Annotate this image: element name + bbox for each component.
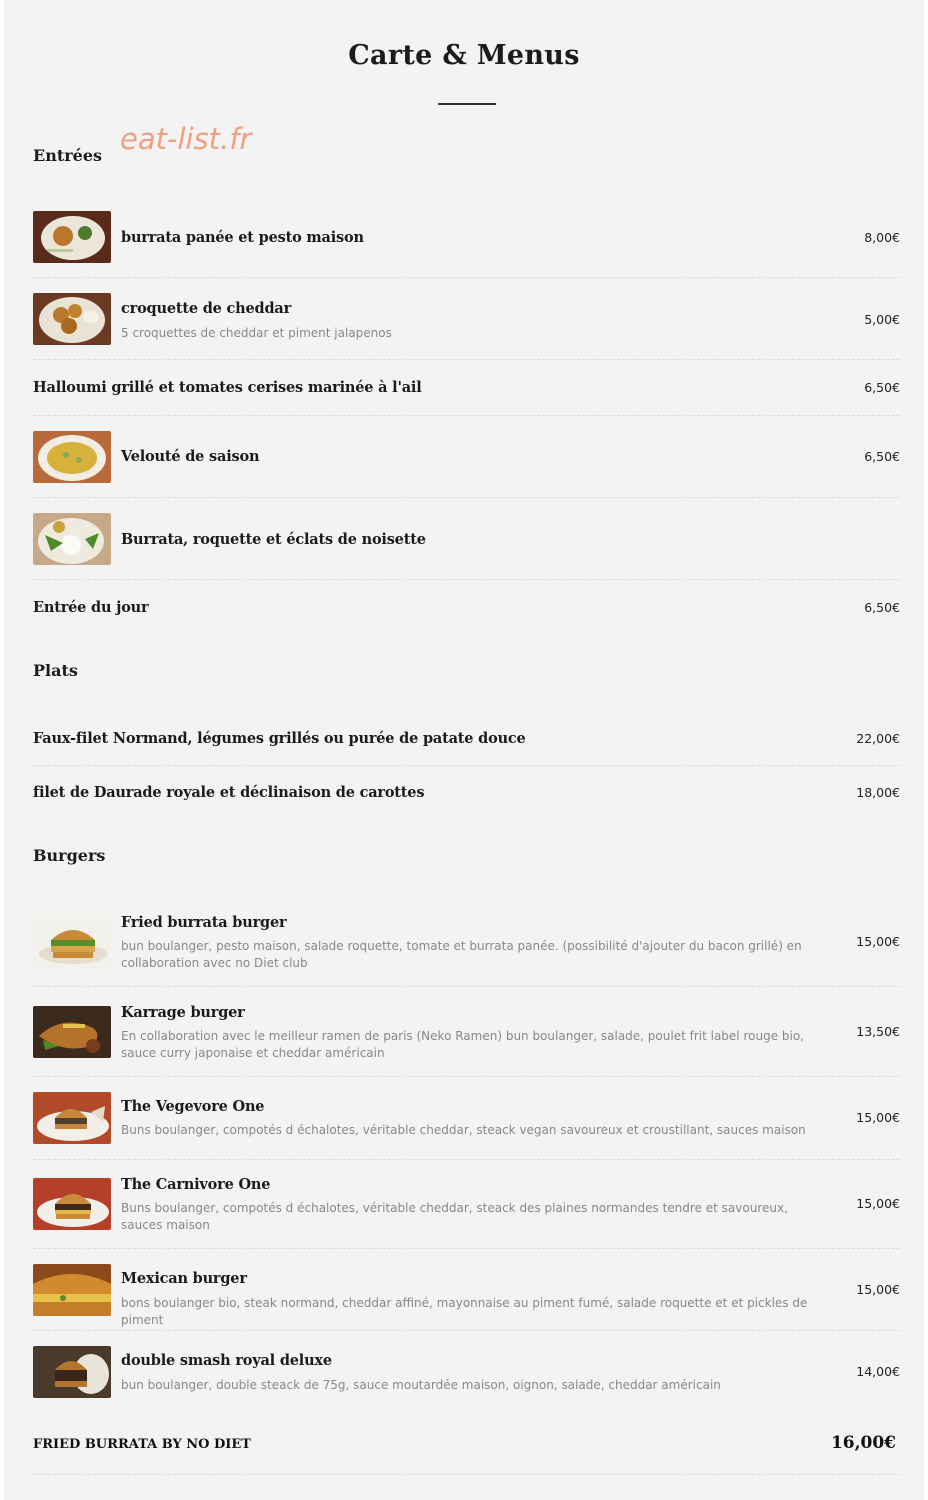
section-title-burgers: Burgers [33, 846, 106, 865]
menu-item: filet de Daurade royale et déclinaison d… [33, 781, 900, 805]
item-description: Buns boulanger, compotés d échalotes, vé… [121, 1123, 806, 1137]
featured-item-price: 16,00€ [830, 1433, 896, 1453]
divider [33, 497, 900, 498]
item-name: burrata panée et pesto maison [121, 229, 364, 246]
item-price: 15,00€ [856, 934, 900, 949]
item-name: croquette de cheddar [121, 300, 292, 317]
menu-item: croquette de cheddar 5 croquettes de che… [33, 293, 900, 349]
veloute-soup-photo [33, 431, 111, 483]
menu-item: Burrata, roquette et éclats de noisette [33, 513, 900, 569]
carnivore-burger-photo [33, 1178, 111, 1230]
divider [33, 1330, 900, 1331]
section-title-entrees: Entrées [33, 146, 103, 165]
item-name: double smash royal deluxe [121, 1352, 332, 1369]
item-description: bun boulanger, double steack de 75g, sau… [121, 1378, 721, 1392]
divider [33, 986, 900, 987]
divider [33, 1076, 900, 1077]
page-title: Carte & Menus [348, 40, 580, 71]
divider [33, 1474, 900, 1475]
menu-item: Fried burrata burger bun boulanger, pest… [33, 913, 900, 973]
divider [33, 359, 900, 360]
item-price: 5,00€ [864, 312, 900, 327]
menu-item: double smash royal deluxe bun boulanger,… [33, 1346, 900, 1402]
item-price: 15,00€ [856, 1196, 900, 1211]
item-name: Velouté de saison [121, 448, 260, 465]
item-price: 22,00€ [856, 731, 900, 746]
item-description: bons boulanger bio, steak normand, chedd… [121, 1296, 808, 1327]
divider [33, 579, 900, 580]
item-name: The Carnivore One [121, 1176, 271, 1193]
item-description: bun boulanger, pesto maison, salade roqu… [121, 939, 802, 970]
item-price: 14,00€ [856, 1364, 900, 1379]
item-name: Karrage burger [121, 1004, 245, 1021]
menu-item: Velouté de saison 6,50€ [33, 431, 900, 487]
item-name: Burrata, roquette et éclats de noisette [121, 531, 426, 548]
divider [33, 1159, 900, 1160]
item-name: Mexican burger [121, 1270, 247, 1287]
menu-item: Karrage burger En collaboration avec le … [33, 1003, 900, 1063]
menu-item: Entrée du jour 6,50€ [33, 596, 900, 620]
item-price: 15,00€ [856, 1110, 900, 1125]
item-price: 8,00€ [864, 230, 900, 245]
item-price: 13,50€ [856, 1024, 900, 1039]
divider [33, 277, 900, 278]
divider [33, 415, 900, 416]
divider [33, 1248, 900, 1249]
watermark-logo: eat-list.fr [120, 122, 252, 156]
item-name: Fried burrata burger [121, 914, 287, 931]
featured-item-name: FRIED BURRATA BY NO DIET [33, 1437, 251, 1452]
mexican-burger-photo [33, 1264, 111, 1316]
burrata-pesto-photo [33, 211, 111, 263]
item-description: En collaboration avec le meilleur ramen … [121, 1029, 804, 1060]
cheddar-croquettes-photo [33, 293, 111, 345]
item-name: Faux-filet Normand, légumes grillés ou p… [33, 730, 526, 747]
menu-item: The Vegevore One Buns boulanger, compoté… [33, 1092, 900, 1148]
menu-item: burrata panée et pesto maison 8,00€ [33, 211, 900, 267]
item-name: The Vegevore One [121, 1098, 265, 1115]
item-price: 6,50€ [864, 380, 900, 395]
item-price: 6,50€ [864, 449, 900, 464]
karrage-burger-photo [33, 1006, 111, 1058]
item-description: 5 croquettes de cheddar et piment jalape… [121, 326, 392, 340]
item-price: 6,50€ [864, 600, 900, 615]
item-price: 18,00€ [856, 785, 900, 800]
menu-item: Faux-filet Normand, légumes grillés ou p… [33, 727, 900, 751]
item-name: Halloumi grillé et tomates cerises marin… [33, 379, 422, 396]
menu-item: Halloumi grillé et tomates cerises marin… [33, 376, 900, 400]
section-title-plats: Plats [33, 661, 78, 680]
burrata-roquette-photo [33, 513, 111, 565]
double-smash-burger-photo [33, 1346, 111, 1398]
divider [33, 765, 900, 766]
title-underline [438, 103, 496, 105]
item-name: filet de Daurade royale et déclinaison d… [33, 784, 425, 801]
vegevore-burger-photo [33, 1092, 111, 1144]
item-name: Entrée du jour [33, 599, 149, 616]
menu-item: Mexican burger bons boulanger bio, steak… [33, 1264, 900, 1327]
item-description: Buns boulanger, compotés d échalotes, vé… [121, 1201, 788, 1232]
item-price: 15,00€ [856, 1282, 900, 1297]
menu-page: Carte & Menus Entrées eat-list.fr burrat… [4, 0, 924, 1500]
fried-burrata-burger-photo [33, 916, 111, 968]
menu-item: The Carnivore One Buns boulanger, compot… [33, 1175, 900, 1235]
